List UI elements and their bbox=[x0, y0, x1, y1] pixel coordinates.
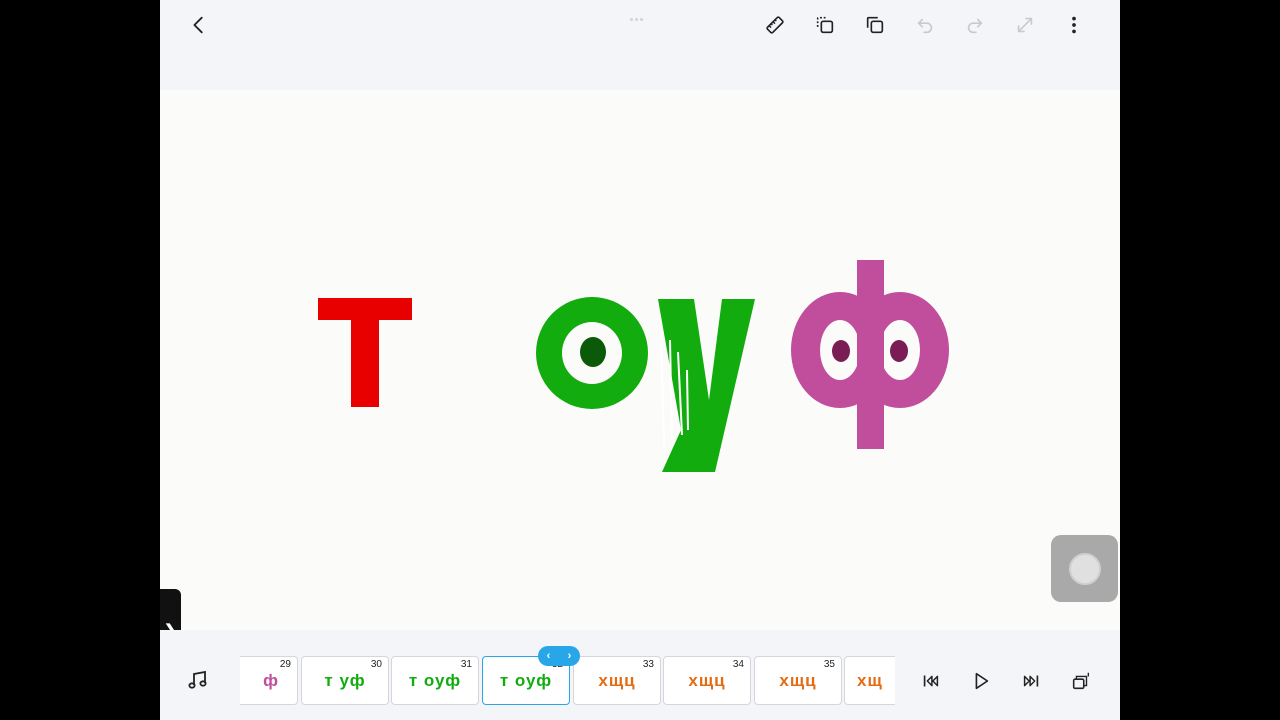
frame-thumbnail[interactable]: 35 хщц bbox=[754, 656, 842, 705]
letter-o-eye bbox=[580, 337, 606, 367]
letter-t bbox=[318, 298, 412, 407]
letter-f-right-eye bbox=[890, 340, 908, 362]
frame-thumbnail[interactable]: 30 т уф bbox=[301, 656, 389, 705]
duplicate-icon[interactable] bbox=[810, 10, 840, 40]
frame-thumbnail[interactable]: 34 хщц bbox=[663, 656, 751, 705]
timeline-bar: ‹ › 29 ф 30 т уф 31 т оуф 32 т оуф 33 х bbox=[160, 630, 1120, 720]
frame-preview: ф bbox=[263, 671, 279, 690]
frame-preview: т оуф bbox=[408, 671, 462, 690]
animation-app: т оу ф ❯ ‹ › 29 ф 30 т уф 31 т о bbox=[160, 0, 1120, 720]
grabber-handle[interactable] bbox=[630, 8, 650, 21]
frame-preview: т оуф bbox=[499, 671, 553, 690]
play-icon[interactable] bbox=[968, 668, 994, 694]
frame-preview: хщц bbox=[688, 671, 726, 690]
letter-o bbox=[536, 297, 648, 409]
frame-preview: хщц bbox=[598, 671, 636, 690]
onion-skin-icon[interactable] bbox=[1068, 668, 1094, 694]
frame-number: 30 bbox=[370, 659, 382, 670]
frame-number: 35 bbox=[823, 659, 835, 670]
layers-icon[interactable] bbox=[860, 10, 890, 40]
assistive-touch-button[interactable] bbox=[1051, 535, 1118, 602]
more-icon[interactable] bbox=[1059, 10, 1089, 40]
frame-preview: т уф bbox=[324, 671, 366, 690]
frame-thumbnail[interactable]: 31 т оуф bbox=[391, 656, 479, 705]
frame-thumbnail[interactable]: 29 ф bbox=[240, 656, 298, 705]
frame-nav-pill[interactable]: ‹ › bbox=[538, 646, 580, 666]
letter-f-center bbox=[857, 295, 884, 405]
frame-preview: хщ bbox=[857, 671, 883, 690]
frame-thumbnail[interactable]: хщ bbox=[844, 656, 895, 705]
letter-f-left-eye bbox=[832, 340, 850, 362]
undo-icon[interactable] bbox=[910, 10, 940, 40]
letter-f bbox=[791, 260, 949, 449]
top-toolbar bbox=[160, 0, 1120, 90]
frame-number: 29 bbox=[279, 659, 291, 670]
skip-to-start-icon[interactable] bbox=[918, 668, 944, 694]
ruler-icon[interactable] bbox=[760, 10, 790, 40]
canvas-artwork bbox=[318, 260, 949, 472]
letter-t-stem bbox=[351, 298, 379, 407]
resize-icon[interactable] bbox=[1010, 10, 1040, 40]
music-note-icon[interactable] bbox=[186, 668, 210, 692]
frame-thumbnail[interactable]: 33 хщц bbox=[573, 656, 661, 705]
frame-next-button[interactable]: › bbox=[568, 650, 572, 662]
frame-prev-button[interactable]: ‹ bbox=[547, 650, 551, 662]
drawing-canvas[interactable]: т оу ф bbox=[160, 90, 1120, 630]
skip-to-end-icon[interactable] bbox=[1018, 668, 1044, 694]
frame-number: 34 bbox=[732, 659, 744, 670]
frame-preview: хщц bbox=[779, 671, 817, 690]
back-icon[interactable] bbox=[184, 10, 214, 40]
assistive-touch-icon bbox=[1068, 552, 1101, 585]
letter-u bbox=[658, 299, 755, 472]
frame-number: 33 bbox=[642, 659, 654, 670]
frame-number: 31 bbox=[460, 659, 472, 670]
letter-u-body bbox=[658, 299, 755, 472]
redo-icon[interactable] bbox=[960, 10, 990, 40]
